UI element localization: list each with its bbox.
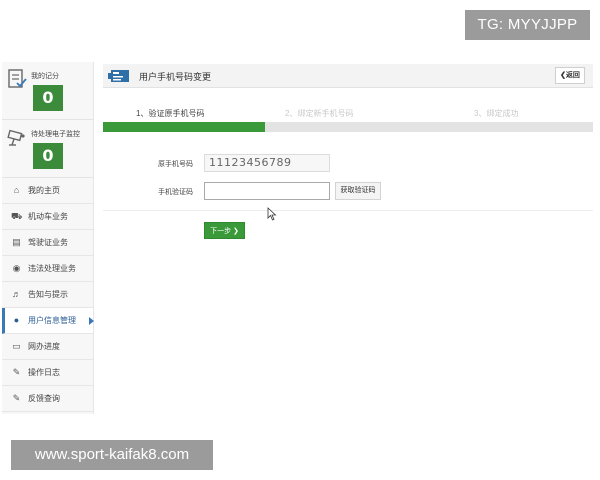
sidebar-item-label: 机动车业务: [28, 212, 68, 221]
next-step-button[interactable]: 下一步 ❯: [204, 222, 245, 239]
sidebar-item-label: 驾驶证业务: [28, 238, 68, 247]
camera-icon: ◉: [12, 263, 21, 273]
scorecard-icon: [8, 69, 27, 88]
sidebar-item-label: 反馈查询: [28, 394, 60, 403]
mouse-cursor-icon: [267, 207, 277, 221]
sidebar-item-label: 操作日志: [28, 368, 60, 377]
sidebar-item-label: 网办进度: [28, 342, 60, 351]
back-button[interactable]: ❮返回: [555, 67, 585, 84]
truck-icon: ⛟: [11, 211, 23, 221]
stat-pending-monitoring[interactable]: 待处理电子监控 0: [2, 120, 93, 178]
tg-watermark: TG: MYYJJPP: [465, 10, 590, 40]
sidebar-item-log[interactable]: ✎ 操作日志: [2, 360, 93, 386]
sidebar-item-vehicle[interactable]: ⛟ 机动车业务: [2, 204, 93, 230]
sidebar-item-license[interactable]: ▤ 驾驶证业务: [2, 230, 93, 256]
log-icon: ✎: [12, 367, 21, 377]
step-indicator: 1、验证原手机号码 2、绑定新手机号码 3、绑定成功: [103, 100, 593, 134]
home-icon: ⌂: [13, 185, 20, 195]
sidebar-item-label: 告知与提示: [28, 290, 68, 299]
code-row: 手机验证码 获取验证码: [103, 181, 593, 201]
bell-icon: ♬: [12, 289, 21, 299]
form-icon: [108, 70, 129, 82]
verification-code-input[interactable]: [204, 182, 330, 200]
progress-track: [103, 122, 593, 132]
step-3-label: 3、绑定成功: [474, 109, 519, 118]
id-card-icon: ▤: [12, 237, 21, 247]
sidebar-item-feedback[interactable]: ✎ 反馈查询: [2, 386, 93, 412]
sidebar: 我的记分 0 待处理电子监控 0 ⌂ 我的主页 ⛟ 机动车业务 ▤ 驾驶证业务 …: [2, 62, 94, 414]
sidebar-item-label: 违法处理业务: [28, 264, 76, 273]
sidebar-item-user-info[interactable]: ● 用户信息管理: [2, 308, 94, 334]
stat-count-badge: 0: [33, 85, 63, 111]
sidebar-item-label: 我的主页: [28, 186, 60, 195]
sidebar-nav: ⌂ 我的主页 ⛟ 机动车业务 ▤ 驾驶证业务 ◉ 违法处理业务 ♬ 告知与提示 …: [2, 178, 94, 412]
get-code-button[interactable]: 获取验证码: [335, 182, 381, 200]
stat-label: 待处理电子监控: [31, 131, 80, 138]
panel-header: 用户手机号码变更 ❮返回: [103, 64, 593, 88]
page-title: 用户手机号码变更: [139, 72, 212, 82]
progress-fill: [103, 122, 265, 132]
step-1-label: 1、验证原手机号码: [136, 109, 205, 118]
sidebar-item-progress[interactable]: ▭ 网办进度: [2, 334, 93, 360]
code-label: 手机验证码: [158, 189, 193, 196]
phone-label: 原手机号码: [158, 161, 193, 168]
feedback-icon: ✎: [12, 393, 21, 403]
stat-label: 我的记分: [31, 73, 59, 80]
url-watermark: www.sport-kaifak8.com: [11, 440, 213, 470]
sidebar-item-label: 用户信息管理: [28, 316, 76, 325]
divider: [103, 210, 593, 211]
step-2-label: 2、绑定新手机号码: [285, 109, 354, 118]
phone-row: 原手机号码 11123456789: [103, 153, 593, 173]
sidebar-item-home[interactable]: ⌂ 我的主页: [2, 178, 93, 204]
camera-icon: [7, 129, 25, 146]
active-arrow-icon: [89, 317, 94, 325]
user-icon: ●: [13, 315, 20, 325]
progress-icon: ▭: [12, 341, 21, 351]
stat-my-score[interactable]: 我的记分 0: [2, 62, 93, 120]
stat-count-badge: 0: [33, 143, 63, 169]
sidebar-item-notices[interactable]: ♬ 告知与提示: [2, 282, 93, 308]
sidebar-item-violation[interactable]: ◉ 违法处理业务: [2, 256, 93, 282]
original-phone-field: 11123456789: [204, 154, 330, 172]
